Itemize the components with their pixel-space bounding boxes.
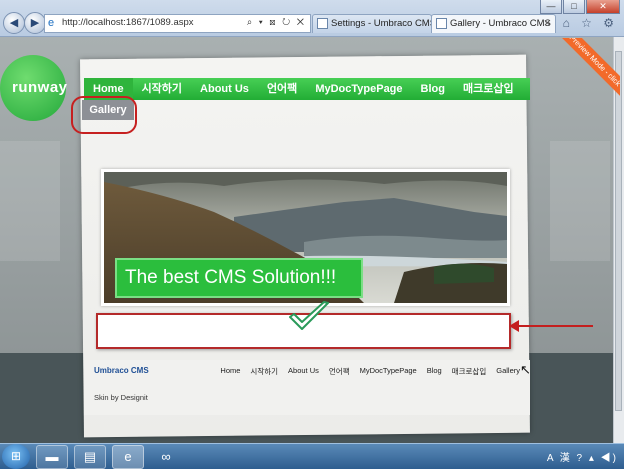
preview-mode-label[interactable]: Preview Mode - click to end [545, 38, 620, 118]
footer-nav-mydoctypepage[interactable]: MyDocTypePage [360, 366, 417, 377]
infinity-icon: ∞ [161, 449, 171, 464]
minimize-button[interactable]: — [540, 0, 562, 14]
tab-gallery[interactable]: Gallery - Umbraco CMS ✕ [431, 14, 556, 33]
address-url[interactable]: http://localhost:1867/1089.aspx [62, 17, 194, 28]
checkmark-icon [289, 301, 329, 330]
explorer-taskbar-button[interactable]: ▬ [36, 445, 68, 469]
arrow-right-icon: ▶ [30, 17, 40, 29]
windows-taskbar: ⊞ ▬ ▤ e ∞ A 漢 ? ▴ ◀) [0, 443, 624, 469]
tab-label: Gallery - Umbraco CMS [450, 18, 551, 29]
logo-text: runway [12, 79, 68, 96]
decor-tile-right [550, 141, 610, 261]
nav-insert-macro[interactable]: 매크로삽입 [454, 78, 523, 100]
back-button[interactable]: ◀ [3, 12, 25, 34]
ie-icon: e [124, 449, 132, 464]
app-taskbar-button[interactable]: ▤ [74, 445, 106, 469]
browser-chrome: — □ ✕ ◀ ▶ e http://localhost:1867/1089.a… [0, 0, 624, 37]
tab-label: Settings - Umbraco CMS - lo... [331, 18, 431, 29]
footer-nav-insert-macro[interactable]: 매크로삽입 [452, 366, 487, 377]
footer-nav-home[interactable]: Home [220, 366, 240, 377]
site-logo[interactable]: runway [0, 55, 68, 121]
footer-credit: Skin by Designit [94, 393, 148, 402]
page-icon [436, 18, 447, 29]
start-button[interactable]: ⊞ [2, 444, 30, 469]
tab-settings[interactable]: Settings - Umbraco CMS - lo... [312, 14, 432, 33]
nav-about-us[interactable]: About Us [191, 78, 258, 100]
annotation-arrow [509, 320, 593, 332]
banner-headline: The best CMS Solution!!! [115, 258, 363, 298]
system-tray[interactable]: A 漢 ? ▴ ◀) [547, 449, 618, 464]
forward-button[interactable]: ▶ [24, 12, 46, 34]
page-icon [317, 18, 328, 29]
nav-blog[interactable]: Blog [412, 78, 454, 100]
ie-taskbar-button[interactable]: e [112, 445, 144, 469]
nav-mydoctypepage[interactable]: MyDocTypePage [306, 78, 411, 100]
nav-language-pack[interactable]: 언어팩 [258, 78, 306, 100]
address-bar[interactable]: e http://localhost:1867/1089.aspx ⌕ ▾ ⊠ … [44, 14, 311, 33]
preview-mode-ribbon[interactable]: Preview Mode - click to end [540, 38, 620, 118]
decor-tile-left [0, 141, 60, 261]
footer-nav-getting-started[interactable]: 시작하기 [250, 366, 278, 377]
mouse-cursor-icon: ↖ [520, 362, 531, 377]
address-controls[interactable]: ⌕ ▾ ⊠ ↻ ✕ [247, 17, 306, 28]
site-footer: Umbraco CMS Home 시작하기 About Us 언어팩 MyDoc… [84, 360, 530, 415]
browser-tools[interactable]: ⌂ ☆ ⚙ [563, 16, 618, 30]
footer-nav-about-us[interactable]: About Us [288, 366, 319, 377]
server-icon: ▤ [83, 449, 97, 464]
folder-icon: ▬ [45, 449, 59, 464]
window-controls: — □ ✕ [540, 0, 620, 14]
footer-brand[interactable]: Umbraco CMS [94, 366, 149, 375]
annotation-circle [71, 96, 137, 134]
footer-nav: Home 시작하기 About Us 언어팩 MyDocTypePage Blo… [220, 366, 520, 377]
arrow-left-icon: ◀ [9, 17, 19, 29]
footer-nav-language-pack[interactable]: 언어팩 [329, 366, 350, 377]
footer-nav-blog[interactable]: Blog [427, 366, 442, 377]
close-tab-icon[interactable]: ✕ [543, 18, 551, 29]
maximize-button[interactable]: □ [563, 0, 585, 14]
ie-page-icon: e [48, 17, 55, 29]
visual-studio-taskbar-button[interactable]: ∞ [150, 445, 182, 469]
main-nav: Home 시작하기 About Us 언어팩 MyDocTypePage Blo… [84, 78, 530, 100]
close-button[interactable]: ✕ [586, 0, 620, 14]
nav-getting-started[interactable]: 시작하기 [133, 78, 191, 100]
footer-nav-gallery[interactable]: Gallery [496, 366, 520, 377]
